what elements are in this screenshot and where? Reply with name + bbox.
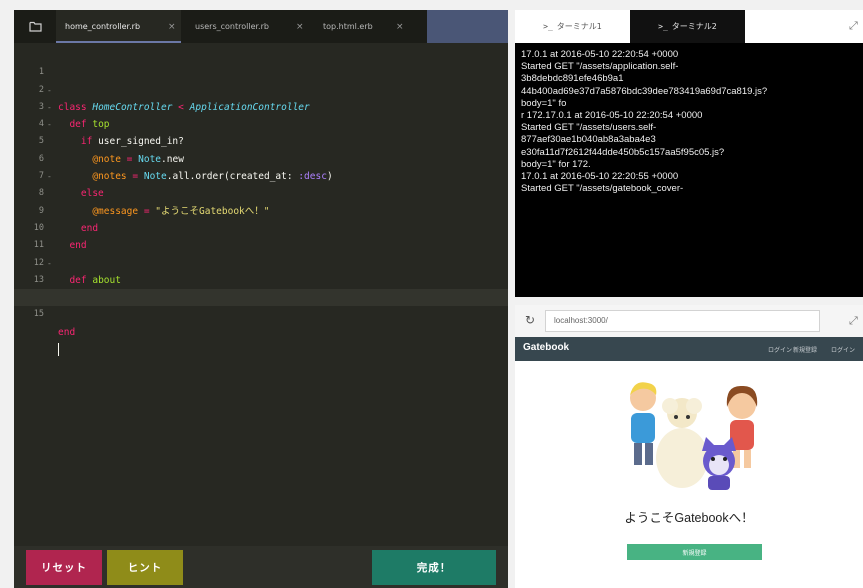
code-line: 10 (14, 203, 508, 233)
terminal-line: Started GET "/assets/gatebook_cover- (521, 183, 684, 195)
site-navbar: Gatebook ログイン 新規登録 ログイン (515, 337, 863, 361)
tab-label: ターミナル2 (671, 22, 717, 31)
tab-label: ターミナル1 (556, 22, 602, 31)
folder-icon (28, 21, 42, 32)
welcome-heading: ようこそGatebookへ！ (624, 511, 754, 525)
code-line: 13 (14, 255, 508, 285)
code-line: 8 end (14, 168, 508, 234)
terminal-line: Started GET "/assets/application.self- (521, 61, 679, 73)
tab-terminal-2[interactable]: >_ ターミナル2 (630, 10, 745, 43)
editor-footer: リセット ヒント 完成！ (14, 546, 508, 588)
code-line: 3 - if user_signed_in? (14, 82, 508, 148)
signup-button[interactable]: 新規登録 (627, 544, 762, 560)
tab-users-controller[interactable]: users_controller.rb × (186, 10, 311, 43)
terminal-line: Started GET "/assets/users.self- (521, 122, 657, 134)
terminal-line: body=1" fo (521, 97, 567, 109)
site-logo[interactable]: Gatebook (523, 342, 569, 353)
terminal-icon: >_ (543, 22, 553, 31)
tab-label: users_controller.rb (195, 22, 269, 31)
complete-button[interactable]: 完成！ (372, 550, 496, 585)
code-area[interactable]: 1 - class HomeController < ApplicationCo… (14, 47, 508, 357)
reset-button[interactable]: リセット (26, 550, 102, 585)
code-line: 14 end (14, 272, 508, 338)
terminal-icon: >_ (658, 22, 668, 31)
keyword: end (58, 326, 76, 338)
terminal-line: r 172.17.0.1 at 2016-05-10 22:20:54 +000… (521, 110, 703, 122)
close-icon[interactable]: × (396, 22, 404, 32)
code-line: 5 @notes = Note.all.order(created_at: :d… (14, 116, 508, 182)
close-icon[interactable]: × (168, 22, 176, 32)
browser-toolbar: ↻ localhost:3000/ ⤢ (515, 305, 863, 337)
terminal-line: 17.0.1 at 2016-05-10 22:20:54 +0000 (521, 49, 679, 60)
code-line: 12 end (14, 237, 508, 304)
tab-terminal-1[interactable]: >_ ターミナル1 (515, 10, 630, 43)
code-line: 7 @message = "ようこそGatebookへ！" (14, 151, 508, 217)
code-line-current: 15 (14, 289, 508, 357)
terminal-line: e30fa11d7f2612f44dde450b5c157aa5f95c05.j… (521, 146, 725, 158)
url-input[interactable]: localhost:3000/ (545, 310, 820, 332)
code-line: 11 - def about (14, 220, 508, 286)
code-line: 4 @note = Note.new (14, 99, 508, 165)
characters-illustration (630, 382, 758, 490)
expand-icon[interactable]: ⤢ (849, 19, 858, 33)
hint-button[interactable]: ヒント (107, 550, 183, 585)
expand-icon[interactable]: ⤢ (849, 314, 858, 328)
terminal-line: 44b400ad69e37d7a5876bdc39dee783419a69d7c… (521, 85, 768, 97)
nav-link[interactable]: ログイン (768, 345, 792, 354)
terminal-line: 3b8debdc891efe46b9a1 (521, 73, 624, 85)
tab-label: home_controller.rb (65, 22, 141, 31)
code-line: 6 - else (14, 133, 508, 200)
nav-link[interactable]: ログイン (831, 345, 855, 354)
tab-label: top.html.erb (323, 22, 373, 31)
tab-bar-filler (427, 10, 508, 43)
nav-link[interactable]: 新規登録 (793, 345, 817, 354)
folder-button[interactable] (14, 10, 56, 43)
text-cursor (58, 343, 59, 357)
code-line: 9 end (14, 185, 508, 252)
workspace: home_controller.rb × users_controller.rb… (0, 0, 863, 588)
terminal-line: body=1" for 172. (521, 158, 591, 170)
browser-viewport: Gatebook ログイン 新規登録 ログイン ようこそGatebookへ！ 新… (515, 337, 863, 588)
code-line: 1 - class HomeController < ApplicationCo… (14, 47, 508, 113)
reload-icon[interactable]: ↻ (525, 313, 535, 327)
tab-top-html-erb[interactable]: top.html.erb × (314, 10, 426, 43)
terminal-output[interactable]: 17.0.1 at 2016-05-10 22:20:54 +0000 Star… (515, 43, 863, 297)
code-line: 2 - def top (14, 64, 508, 131)
terminal-line: 17.0.1 at 2016-05-10 22:20:55 +0000 (521, 171, 679, 183)
line-number: 15 (33, 309, 44, 320)
tab-home-controller[interactable]: home_controller.rb × (56, 10, 181, 43)
terminal-tab-bar: >_ ターミナル1 >_ ターミナル2 ⤢ (515, 10, 863, 43)
terminal-line: 877aef30ae1b040ab8a3aba4e3 (521, 134, 656, 146)
close-icon[interactable]: × (296, 22, 304, 32)
code-editor: home_controller.rb × users_controller.rb… (14, 10, 508, 588)
editor-tab-bar: home_controller.rb × users_controller.rb… (14, 10, 508, 43)
